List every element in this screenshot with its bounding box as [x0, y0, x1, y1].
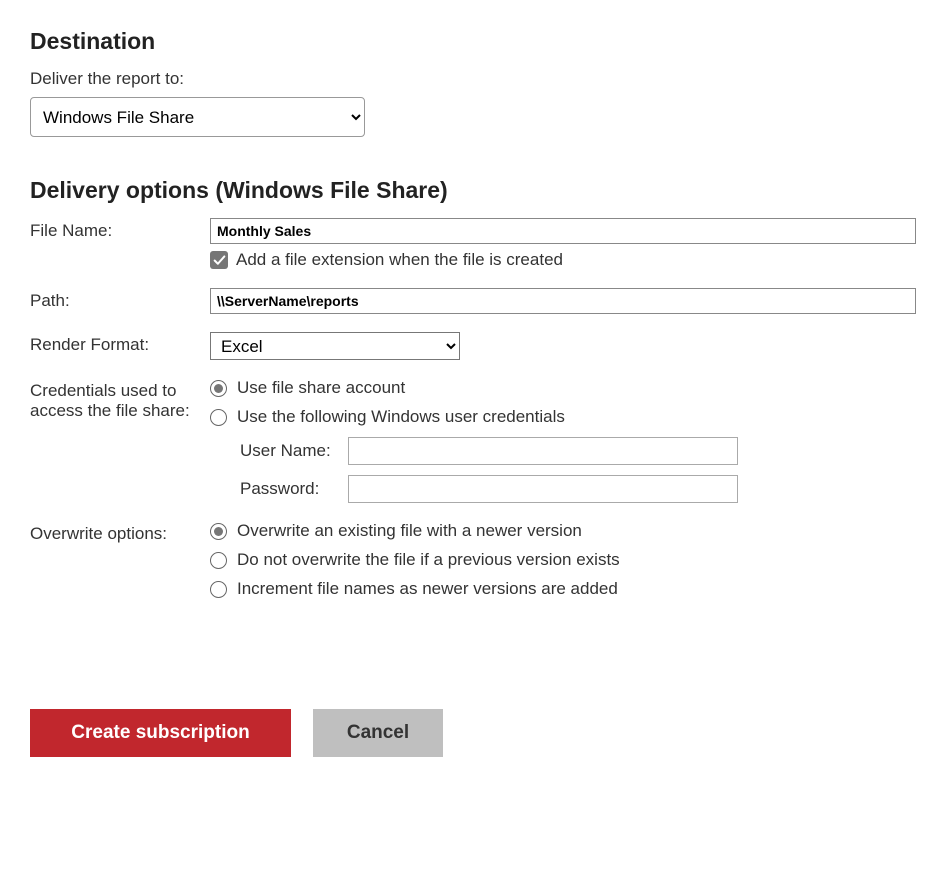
deliver-to-select[interactable]: Windows File Share [30, 97, 365, 137]
file-name-label: File Name: [30, 218, 200, 241]
cancel-button[interactable]: Cancel [313, 709, 443, 757]
radio-windows-label: Use the following Windows user credentia… [237, 407, 565, 427]
credentials-label: Credentials used to access the file shar… [30, 378, 200, 421]
check-icon [210, 251, 228, 269]
file-name-input[interactable] [210, 218, 916, 244]
delivery-options-section: Delivery options (Windows File Share) Fi… [30, 177, 916, 599]
radio-share-label: Use file share account [237, 378, 405, 398]
radio-overwrite[interactable]: Overwrite an existing file with a newer … [210, 521, 916, 541]
destination-heading: Destination [30, 28, 916, 55]
radio-donot-overwrite[interactable]: Do not overwrite the file if a previous … [210, 550, 916, 570]
overwrite-label: Overwrite options: [30, 521, 200, 544]
radio-increment-label: Increment file names as newer versions a… [237, 579, 618, 599]
radio-icon [210, 380, 227, 397]
add-extension-label: Add a file extension when the file is cr… [236, 250, 563, 270]
username-label: User Name: [240, 441, 340, 461]
radio-icon [210, 581, 227, 598]
path-label: Path: [30, 288, 200, 311]
radio-icon [210, 409, 227, 426]
radio-icon [210, 552, 227, 569]
destination-section: Destination Deliver the report to: Windo… [30, 28, 916, 137]
password-label: Password: [240, 479, 340, 499]
radio-use-windows-creds[interactable]: Use the following Windows user credentia… [210, 407, 916, 427]
radio-overwrite-label: Overwrite an existing file with a newer … [237, 521, 582, 541]
password-input[interactable] [348, 475, 738, 503]
action-buttons: Create subscription Cancel [30, 709, 916, 757]
path-input[interactable] [210, 288, 916, 314]
deliver-to-label: Deliver the report to: [30, 69, 916, 89]
render-format-select[interactable]: Excel [210, 332, 460, 360]
username-input[interactable] [348, 437, 738, 465]
delivery-options-heading: Delivery options (Windows File Share) [30, 177, 916, 204]
radio-icon [210, 523, 227, 540]
create-subscription-button[interactable]: Create subscription [30, 709, 291, 757]
radio-increment[interactable]: Increment file names as newer versions a… [210, 579, 916, 599]
add-extension-checkbox[interactable]: Add a file extension when the file is cr… [210, 250, 916, 270]
radio-use-file-share[interactable]: Use file share account [210, 378, 916, 398]
render-format-label: Render Format: [30, 332, 200, 355]
radio-donot-label: Do not overwrite the file if a previous … [237, 550, 620, 570]
